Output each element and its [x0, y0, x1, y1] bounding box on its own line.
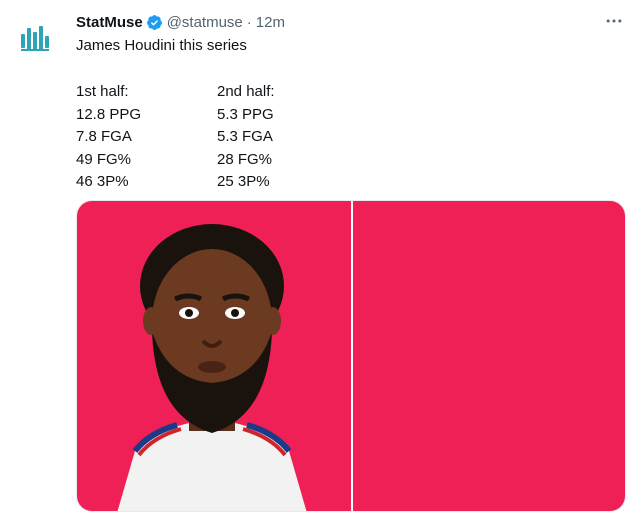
separator-dot: · — [246, 13, 252, 31]
first-half-stat: 46 3P% — [76, 173, 129, 190]
first-half-stat: 12.8 PPG — [76, 105, 142, 123]
author-display-name[interactable]: StatMuse — [76, 14, 143, 31]
second-half-stat: 28 FG% — [217, 150, 273, 168]
second-half-stat: 25 3P% — [217, 173, 270, 190]
tweet: StatMuse @statmuse · 12m James Houdini t… — [0, 0, 641, 514]
first-half-stat: 49 FG% — [76, 150, 132, 168]
first-half-header: 1st half: — [76, 83, 129, 100]
first-half-column: 1st half: 12.8 PPG 7.8 FGA 49 FG% 46 3P% — [76, 81, 141, 194]
first-half-stat: 7.8 FGA — [76, 128, 132, 145]
author-handle[interactable]: @statmuse — [167, 14, 243, 31]
second-half-stat: 5.3 FGA — [217, 128, 273, 145]
tweet-timestamp[interactable]: 12m — [256, 14, 285, 31]
more-options-icon[interactable] — [603, 10, 625, 32]
statmuse-logo-icon — [21, 26, 49, 51]
second-half-header: 2nd half: — [217, 83, 275, 100]
blank-red-panel[interactable] — [353, 201, 625, 511]
second-half-column: 2nd half: 5.3 PPG 5.3 FGA 28 FG% 25 3P% — [217, 81, 275, 194]
verified-badge-icon — [146, 14, 163, 31]
tweet-text: James Houdini this series — [76, 37, 247, 54]
author-avatar[interactable] — [12, 14, 60, 62]
tweet-header: StatMuse @statmuse · 12m — [76, 12, 285, 32]
player-illustration[interactable] — [77, 201, 351, 511]
second-half-stat: 5.3 PPG — [217, 105, 274, 123]
tweet-media[interactable] — [76, 200, 626, 512]
